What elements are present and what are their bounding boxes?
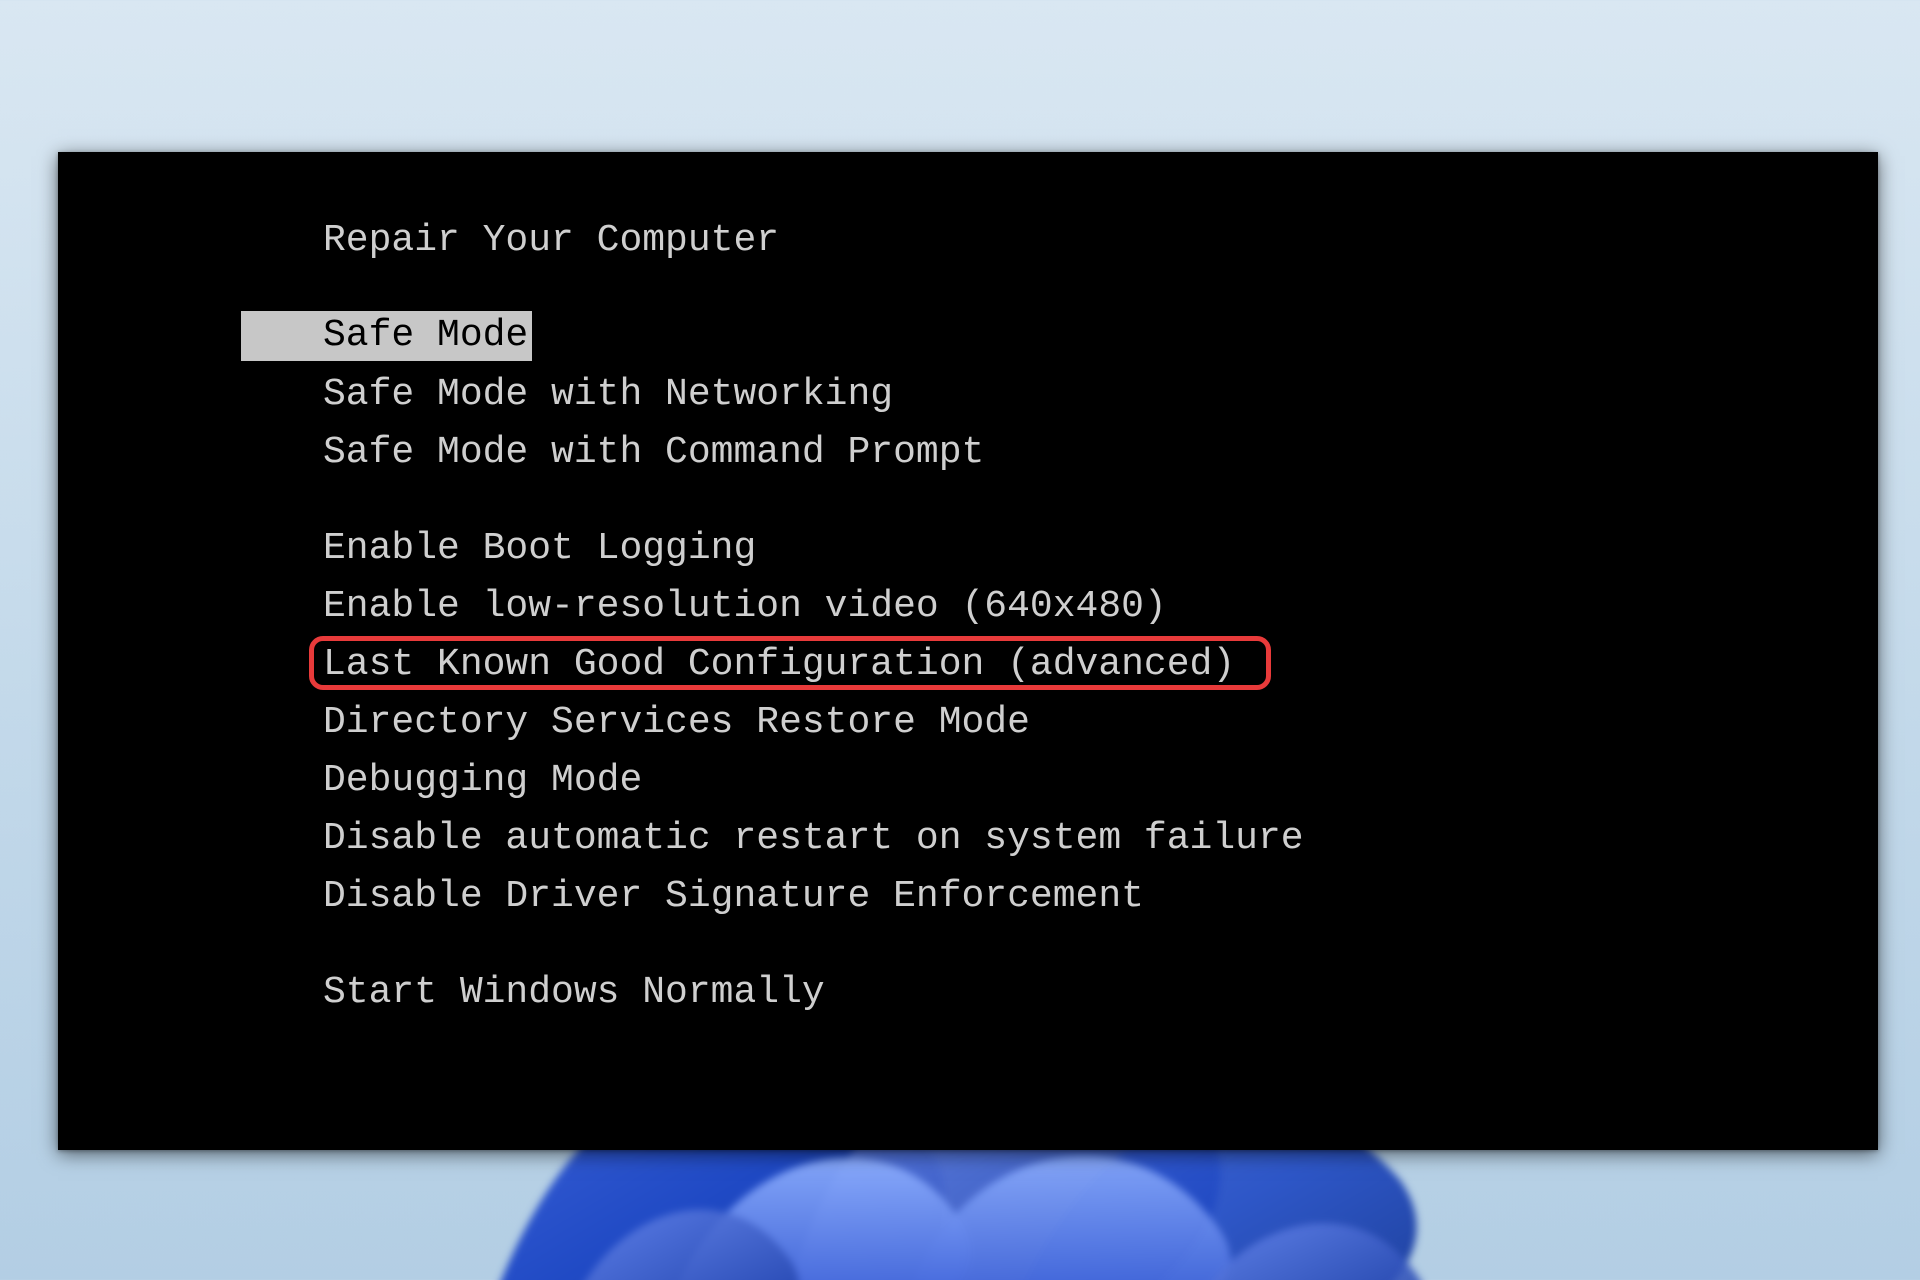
boot-menu-item-label: Disable automatic restart on system fail… bbox=[323, 817, 1304, 860]
boot-menu-item[interactable]: Disable Driver Signature Enforcement bbox=[58, 868, 1878, 926]
boot-menu-item[interactable]: Enable low-resolution video (640x480) bbox=[58, 578, 1878, 636]
boot-menu-item[interactable]: Disable automatic restart on system fail… bbox=[58, 810, 1878, 868]
boot-menu-item[interactable]: Enable Boot Logging bbox=[58, 520, 1878, 578]
boot-menu-item-label: Safe Mode bbox=[241, 311, 532, 361]
boot-menu-item-label: Enable low-resolution video (640x480) bbox=[323, 585, 1167, 628]
boot-menu-item[interactable]: Safe Mode with Command Prompt bbox=[58, 424, 1878, 482]
boot-menu-group: Enable Boot Logging Enable low-resolution… bbox=[58, 520, 1878, 926]
boot-menu-item-label: Enable Boot Logging bbox=[323, 527, 756, 570]
boot-menu-item-label: Directory Services Restore Mode bbox=[323, 701, 1030, 744]
boot-menu-item[interactable]: Start Windows Normally bbox=[58, 964, 1878, 1022]
boot-menu-item[interactable]: Safe Mode with Networking bbox=[58, 366, 1878, 424]
boot-menu-item[interactable]: Last Known Good Configuration (advanced) bbox=[58, 636, 1878, 694]
boot-menu-item-label: Safe Mode with Networking bbox=[323, 373, 893, 416]
boot-menu: Repair Your Computer Safe Mode Safe Mode w… bbox=[58, 212, 1878, 1022]
boot-menu-item-label: Start Windows Normally bbox=[323, 971, 825, 1014]
advanced-boot-options-panel: Repair Your Computer Safe Mode Safe Mode w… bbox=[58, 152, 1878, 1150]
boot-menu-item[interactable]: Repair Your Computer bbox=[58, 212, 1878, 270]
boot-menu-group: Repair Your Computer bbox=[58, 212, 1878, 270]
boot-menu-item-label: Safe Mode with Command Prompt bbox=[323, 431, 984, 474]
boot-menu-item[interactable]: Directory Services Restore Mode bbox=[58, 694, 1878, 752]
boot-menu-item-label: Last Known Good Configuration (advanced) bbox=[323, 643, 1235, 686]
boot-menu-group: Safe Mode Safe Mode with Networking Safe M… bbox=[58, 308, 1878, 482]
boot-menu-item[interactable]: Debugging Mode bbox=[58, 752, 1878, 810]
boot-menu-item-label: Disable Driver Signature Enforcement bbox=[323, 875, 1144, 918]
boot-menu-item-label: Repair Your Computer bbox=[323, 219, 779, 262]
boot-menu-item[interactable]: Safe Mode bbox=[58, 308, 1878, 366]
boot-menu-item-label: Debugging Mode bbox=[323, 759, 642, 802]
boot-menu-group: Start Windows Normally bbox=[58, 964, 1878, 1022]
